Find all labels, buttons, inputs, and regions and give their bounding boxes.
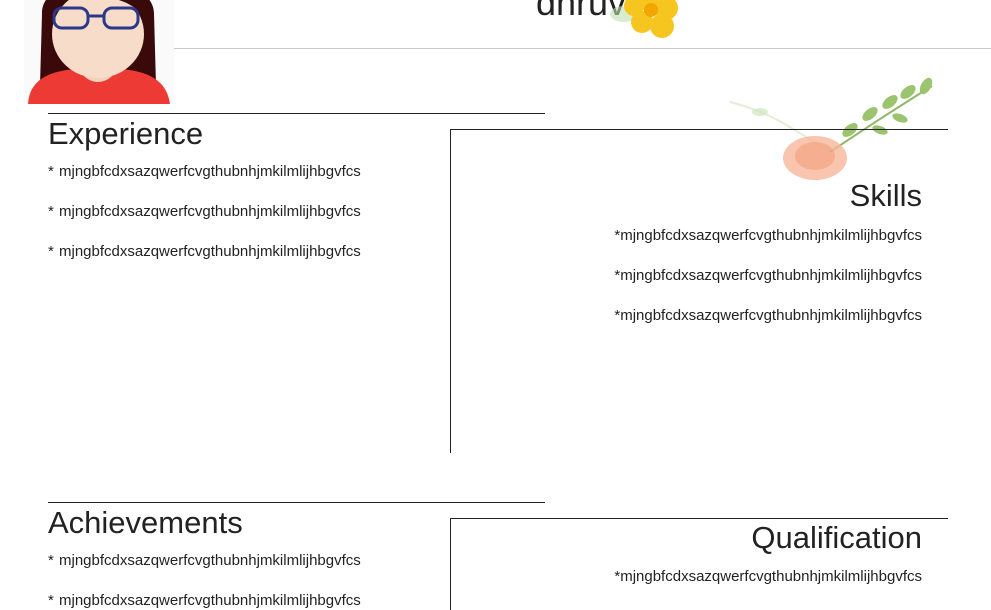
achievements-item: * mjngbfcdxsazqwerfcvgthubnhjmkilmlijhbgv… <box>48 552 361 569</box>
skills-top-rule <box>450 129 948 130</box>
experience-item: * mjngbfcdxsazqwerfcvgthubnhjmkilmlijhbgv… <box>48 203 361 220</box>
yellow-flower-icon <box>610 0 678 38</box>
skills-item: *mjngbfcdxsazqwerfcvgthubnhjmkilmlijhbgv… <box>614 307 922 324</box>
achievements-item: * mjngbfcdxsazqwerfcvgthubnhjmkilmlijhbgv… <box>48 592 361 609</box>
peach-flower-branch-icon <box>729 77 933 180</box>
qualification-top-rule <box>450 518 948 519</box>
achievements-heading: Achievements <box>48 505 243 540</box>
experience-section: Experience * mjngbfcdxsazqwerfcvgthubnhjm… <box>48 116 448 260</box>
experience-top-rule <box>48 113 545 114</box>
avatar <box>24 0 174 104</box>
experience-heading: Experience <box>48 116 204 151</box>
qualification-section: Qualification *mjngbfcdxsazqwerfcvgthubn… <box>560 520 922 585</box>
achievements-section: Achievements * mjngbfcdxsazqwerfcvgthubnh… <box>48 505 448 609</box>
qualification-item: *mjngbfcdxsazqwerfcvgthubnhjmkilmlijhbgv… <box>614 568 922 585</box>
experience-item: * mjngbfcdxsazqwerfcvgthubnhjmkilmlijhbgv… <box>48 163 361 180</box>
qualification-left-rule <box>450 518 451 610</box>
header-divider <box>174 48 991 49</box>
qualification-heading: Qualification <box>751 520 922 555</box>
skills-heading: Skills <box>849 178 922 213</box>
skills-section: Skills *mjngbfcdxsazqwerfcvgthubnhjmkilm… <box>560 178 922 324</box>
skills-item: *mjngbfcdxsazqwerfcvgthubnhjmkilmlijhbgv… <box>614 227 922 244</box>
achievements-top-rule <box>48 502 545 503</box>
skills-item: *mjngbfcdxsazqwerfcvgthubnhjmkilmlijhbgv… <box>614 267 922 284</box>
skills-left-rule <box>450 129 451 453</box>
experience-item: * mjngbfcdxsazqwerfcvgthubnhjmkilmlijhbgv… <box>48 243 361 260</box>
